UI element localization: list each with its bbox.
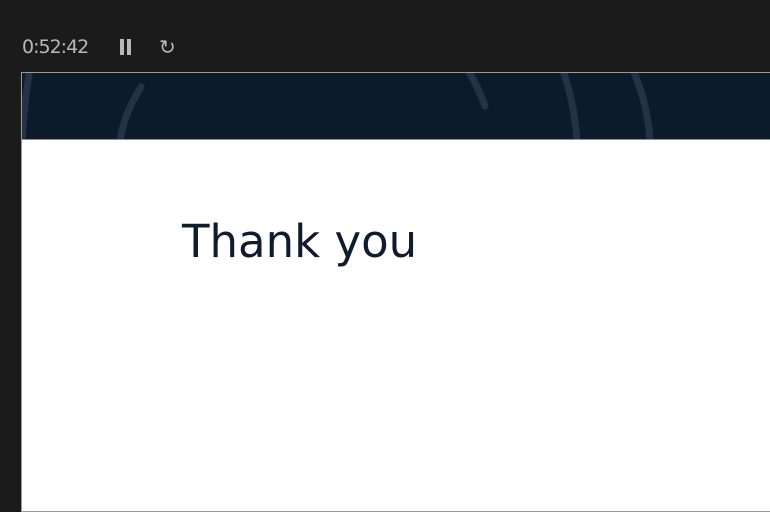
slide-preview: Thank you xyxy=(21,72,770,512)
restart-icon[interactable]: ↻ xyxy=(159,35,176,59)
decorative-arcs xyxy=(22,73,654,139)
elapsed-timer: 0:52:42 xyxy=(22,36,89,58)
slide-banner xyxy=(22,73,770,140)
slide-title: Thank you xyxy=(182,215,418,268)
pause-icon[interactable] xyxy=(120,39,132,55)
